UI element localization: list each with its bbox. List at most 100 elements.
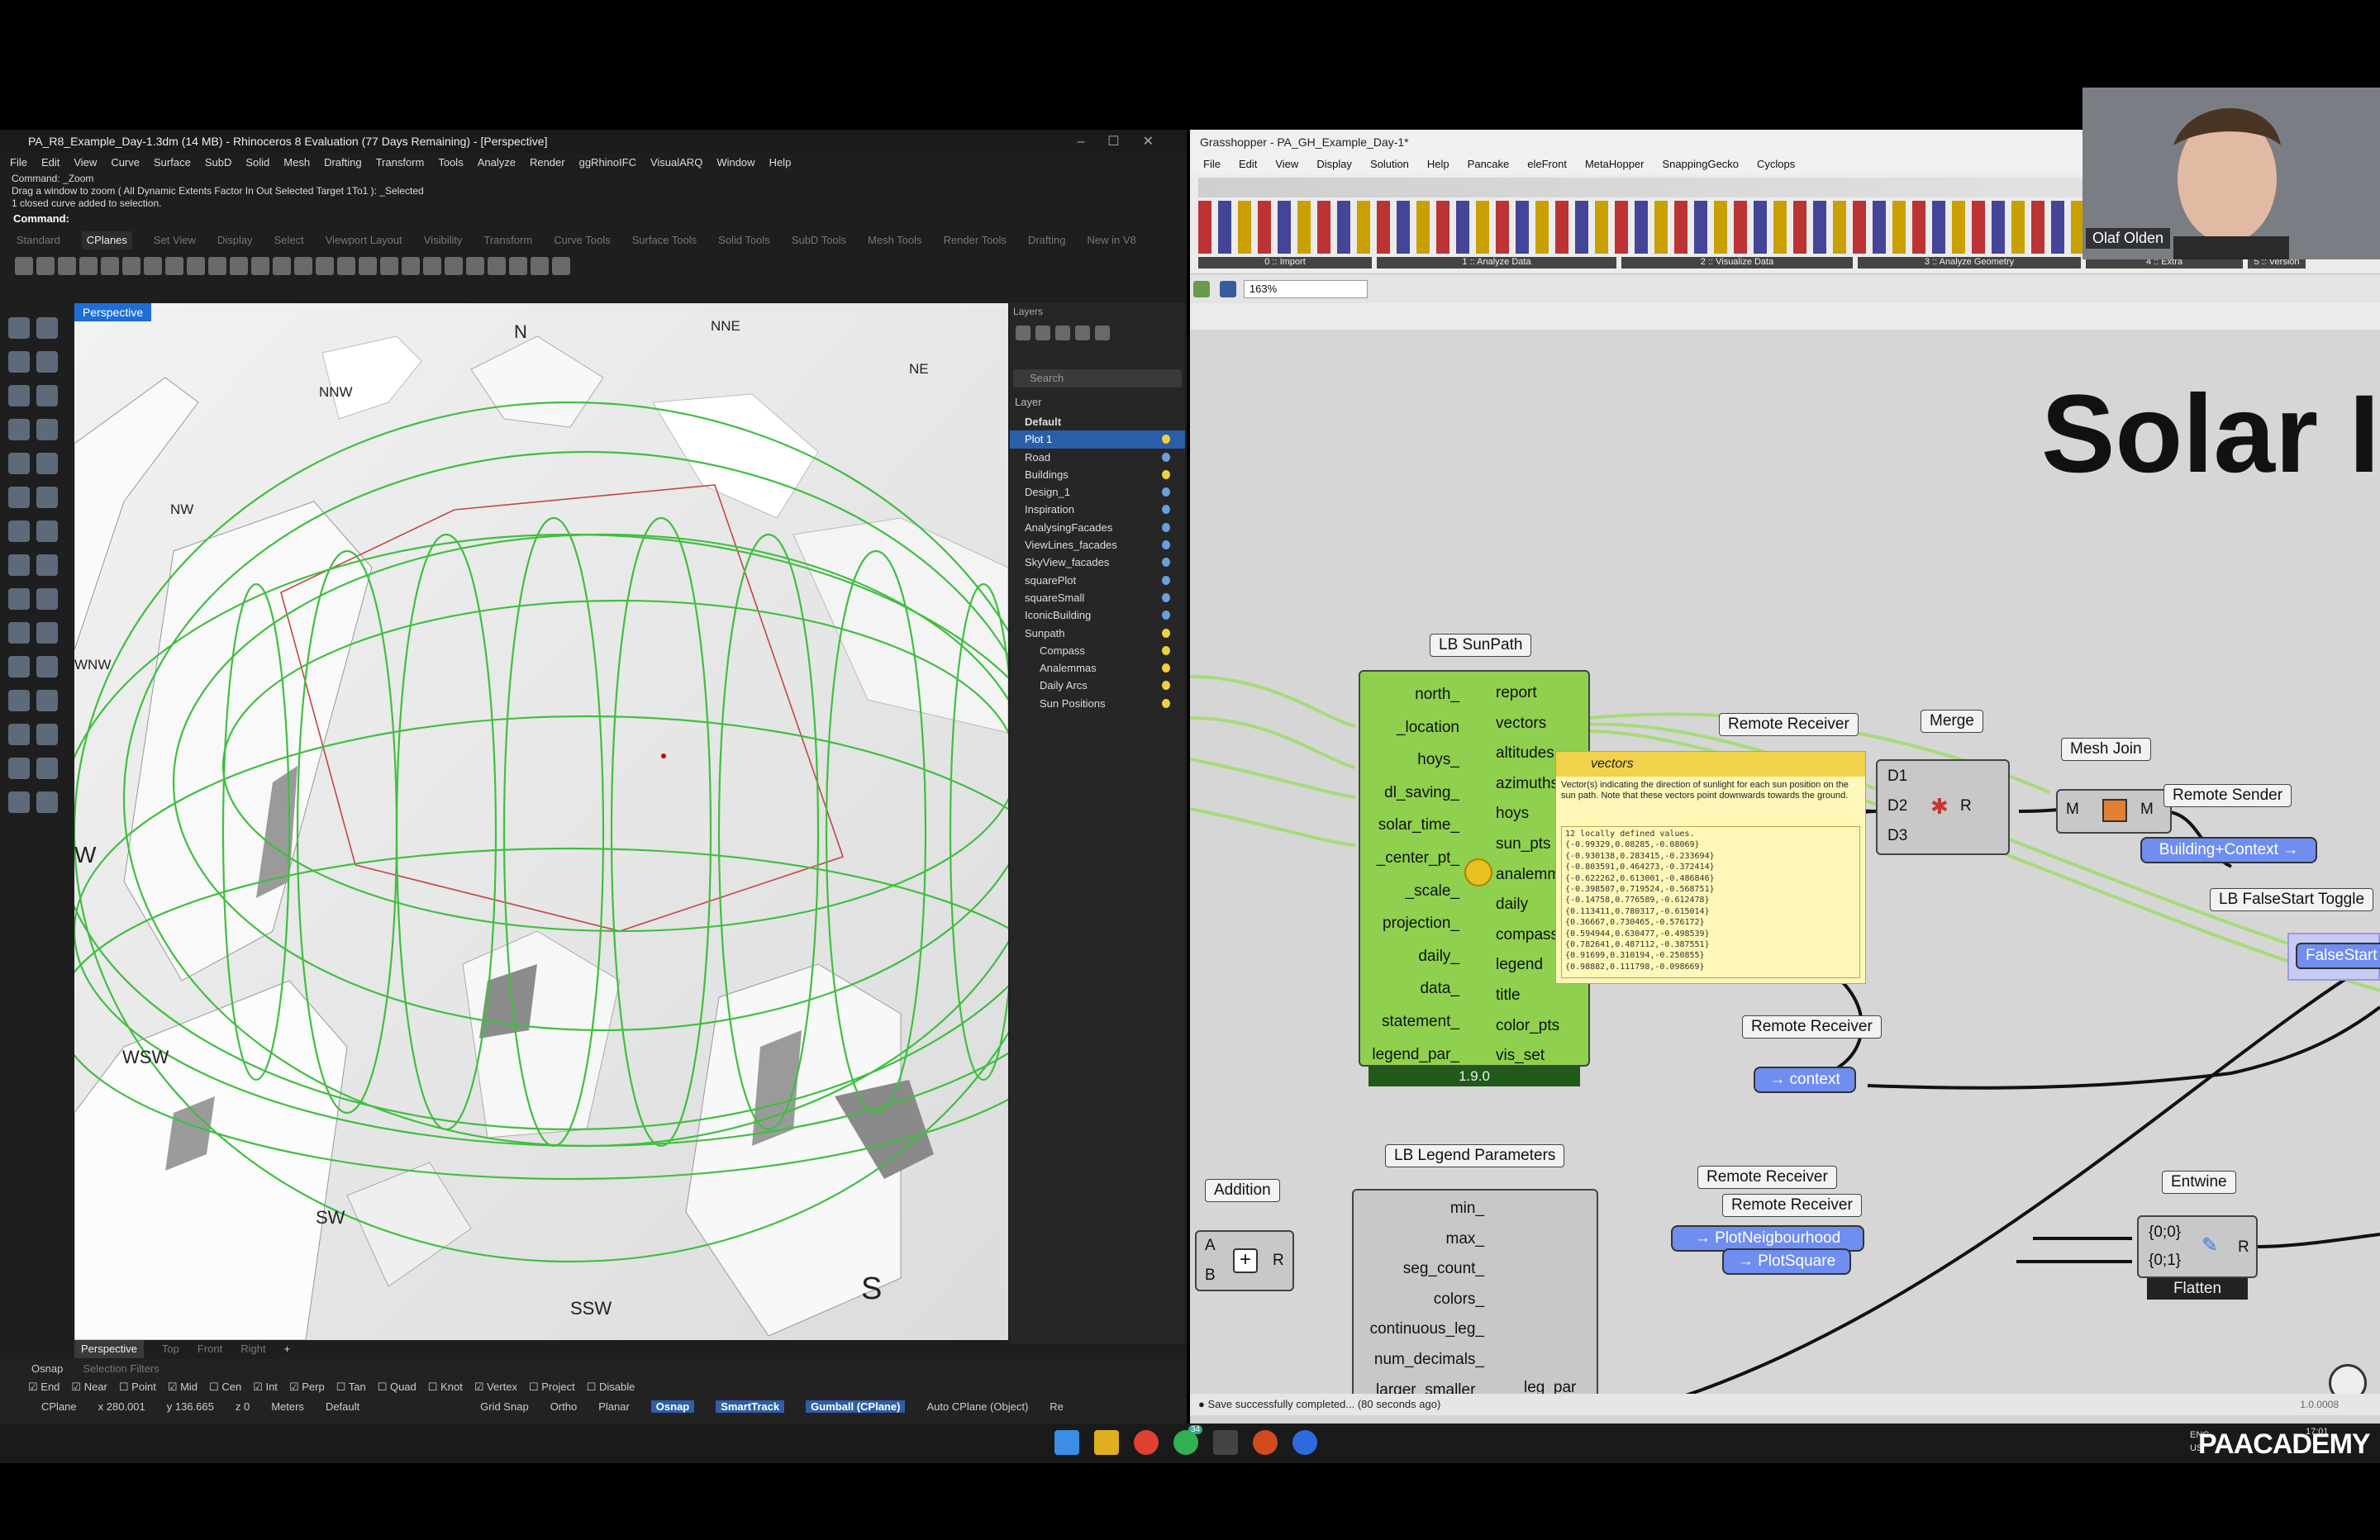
layer-row[interactable]: Sun Positions (1010, 695, 1185, 712)
powerpoint-icon[interactable] (1253, 1430, 1278, 1455)
menu-subd[interactable]: SubD (205, 153, 232, 173)
tool-icon[interactable] (552, 257, 570, 275)
vtab-top[interactable]: Top (162, 1340, 179, 1358)
grid-snap-toggle[interactable]: Grid Snap (480, 1400, 529, 1413)
tab-drafting[interactable]: Drafting (1028, 231, 1066, 250)
point-icon[interactable] (36, 317, 58, 339)
chrome-icon[interactable] (1134, 1430, 1159, 1455)
entwine-input-1[interactable]: {0;1} (2149, 1252, 2181, 1270)
osnap-toggle[interactable]: Osnap (650, 1400, 695, 1413)
gumball-toggle[interactable]: Gumball (CPlane) (806, 1400, 906, 1413)
tool-icon[interactable] (15, 257, 33, 275)
osnap-project[interactable]: ☐ Project (529, 1381, 575, 1394)
gh-menu-help[interactable]: Help (1427, 154, 1449, 174)
tab-visibility[interactable]: Visibility (424, 231, 463, 250)
layer-row[interactable]: Inspiration (1010, 501, 1185, 518)
tab-surface-tools[interactable]: Surface Tools (632, 231, 697, 250)
osnap-point[interactable]: ☐ Point (119, 1381, 156, 1394)
layer-row[interactable]: SkyView_facades (1010, 554, 1185, 571)
tab-solid-tools[interactable]: Solid Tools (718, 231, 770, 250)
status-layer[interactable]: Default (326, 1400, 359, 1413)
menu-curve[interactable]: Curve (111, 153, 140, 173)
grasshopper-icon[interactable] (8, 791, 30, 813)
layer-row[interactable]: IconicBuilding (1010, 606, 1185, 624)
menu-transform[interactable]: Transform (376, 153, 425, 173)
entwine-r[interactable]: R (2238, 1238, 2249, 1257)
mesh-join-component[interactable]: M M (2056, 789, 2172, 834)
move-down-icon[interactable] (1075, 326, 1090, 340)
mirror-icon[interactable] (36, 690, 58, 711)
zoom-dropdown[interactable]: 163% (1243, 280, 1368, 298)
osnap-vertex[interactable]: ☑ Vertex (474, 1381, 517, 1394)
menu-analyze[interactable]: Analyze (478, 153, 516, 173)
tool-icon[interactable] (208, 257, 226, 275)
surface-icon[interactable] (8, 453, 30, 474)
layer-row[interactable]: AnalysingFacades (1010, 519, 1185, 536)
layer-row[interactable]: Plot 1 (1010, 430, 1185, 449)
tab-standard[interactable]: Standard (17, 231, 60, 250)
tool-icon[interactable] (423, 257, 441, 275)
ribbon-group[interactable]: 2 :: Visualize Data (1621, 257, 1853, 269)
input-param[interactable]: _location (1360, 711, 1459, 744)
legend-input[interactable]: continuous_leg_ (1354, 1314, 1484, 1345)
menu-drafting[interactable]: Drafting (324, 153, 362, 173)
tool-icon[interactable] (488, 257, 506, 275)
gh-menu-metahopper[interactable]: MetaHopper (1585, 154, 1645, 174)
polygon-icon[interactable] (36, 419, 58, 440)
menu-help[interactable]: Help (769, 153, 792, 173)
layer-row[interactable]: squareSmall (1010, 589, 1185, 606)
smarttrack-toggle[interactable]: SmartTrack (716, 1400, 785, 1413)
ribbon-group[interactable]: 1 :: Analyze Data (1377, 257, 1616, 269)
menu-edit[interactable]: Edit (41, 153, 60, 173)
tool-icon[interactable] (380, 257, 398, 275)
tab-set-view[interactable]: Set View (154, 231, 196, 250)
plot-square-receiver[interactable]: → PlotSquare (1722, 1248, 1851, 1275)
osnap-knot[interactable]: ☐ Knot (428, 1381, 463, 1394)
menu-visualarq[interactable]: VisualARQ (650, 153, 702, 173)
tab-viewport-layout[interactable]: Viewport Layout (326, 231, 402, 250)
osnap-tan[interactable]: ☐ Tan (336, 1381, 366, 1394)
layer-row[interactable]: ViewLines_facades (1010, 536, 1185, 554)
tab-transform[interactable]: Transform (483, 231, 532, 250)
tool-icon[interactable] (79, 257, 98, 275)
addition-component[interactable]: A B + R (1195, 1230, 1294, 1291)
input-param[interactable]: hoys_ (1360, 744, 1459, 777)
layer-row[interactable]: Road (1010, 449, 1185, 466)
array-icon[interactable] (8, 724, 30, 745)
legend-input[interactable]: max_ (1354, 1224, 1484, 1255)
mesh-join-output[interactable]: M (2140, 801, 2154, 819)
legend-input[interactable]: seg_count_ (1354, 1254, 1484, 1285)
rhino-icon[interactable] (1213, 1430, 1238, 1455)
move-icon[interactable] (36, 622, 58, 644)
osnap-cen[interactable]: ☐ Cen (209, 1381, 241, 1394)
menu-view[interactable]: View (74, 153, 97, 173)
context-receiver[interactable]: → context (1754, 1067, 1856, 1093)
viewport-title[interactable]: Perspective (74, 303, 152, 321)
osnap-perp[interactable]: ☑ Perp (289, 1381, 325, 1394)
tool-icon[interactable] (316, 257, 334, 275)
tool-icon[interactable] (359, 257, 377, 275)
tab-new-in-v8[interactable]: New in V8 (1087, 231, 1135, 250)
selection-filters-tab[interactable]: Selection Filters (83, 1362, 159, 1375)
osnap-tab[interactable]: Osnap (31, 1362, 63, 1375)
osnap-int[interactable]: ☑ Int (253, 1381, 278, 1394)
gh-menu-elefront[interactable]: eleFront (1527, 154, 1567, 174)
entwine-component[interactable]: {0;0} {0;1} R ✎ (2137, 1215, 2258, 1278)
gh-menu-file[interactable]: File (1203, 154, 1221, 174)
perspective-viewport[interactable]: N NNE NE NNW NW WNW W WSW SW SSW S (74, 303, 1008, 1340)
output-param[interactable]: vectors (1496, 709, 1569, 739)
record-history-toggle[interactable]: Re (1050, 1400, 1064, 1413)
scale-icon[interactable] (8, 690, 30, 711)
tool-icon[interactable] (445, 257, 463, 275)
menu-mesh[interactable]: Mesh (283, 153, 310, 173)
menu-surface[interactable]: Surface (154, 153, 191, 173)
tool-icon[interactable] (36, 257, 55, 275)
legend-input[interactable]: colors_ (1354, 1285, 1484, 1315)
merge-d3[interactable]: D3 (1887, 827, 1907, 845)
layer-row[interactable]: Daily Arcs (1010, 677, 1185, 694)
tool-icon[interactable] (144, 257, 162, 275)
status-units[interactable]: Meters (271, 1400, 304, 1413)
copy-icon[interactable] (8, 656, 30, 677)
menu-window[interactable]: Window (716, 153, 754, 173)
explode-icon[interactable] (8, 622, 30, 644)
